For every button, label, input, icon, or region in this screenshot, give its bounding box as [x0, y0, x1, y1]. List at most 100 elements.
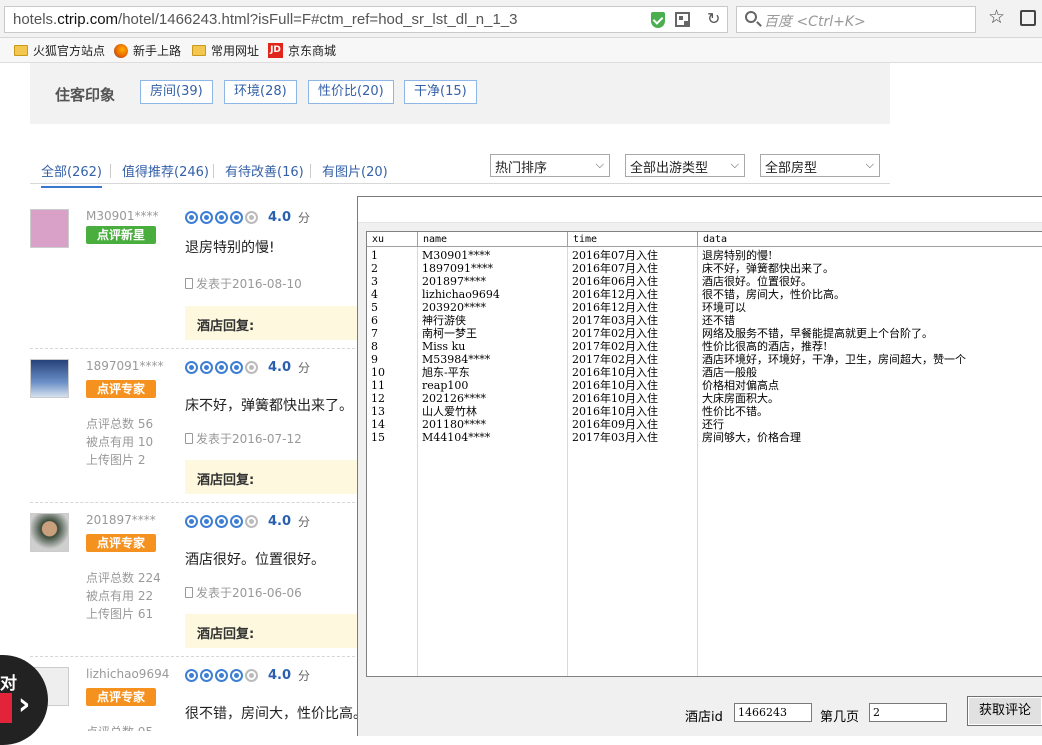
listview-cell-time: 2017年02月入住 [572, 340, 658, 353]
listview-row[interactable]: 6 神行游侠 2017年03月入住 还不错 [367, 314, 1042, 327]
listview-row[interactable]: 4 lizhichao9694 2016年12月入住 很不错，房间大，性价比高。 [367, 288, 1042, 301]
bookmark-jd[interactable]: JD 京东商城 [268, 42, 336, 59]
tag-clean[interactable]: 干净(15) [404, 80, 477, 104]
folder-icon [192, 45, 206, 56]
reader-view-icon[interactable] [1020, 10, 1036, 26]
listview-row[interactable]: 10 旭东-平东 2016年10月入住 酒店一般般 [367, 366, 1042, 379]
listview-cell-xu: 4 [371, 288, 378, 301]
review-comment: 酒店很好。位置很好。 [185, 552, 325, 568]
bookmark-common-sites[interactable]: 常用网址 [192, 42, 259, 59]
listview-cell-xu: 7 [371, 327, 378, 340]
score: 4.0 [268, 668, 292, 683]
listview-row[interactable]: 1 M30901**** 2016年07月入住 退房特别的慢! [367, 249, 1042, 262]
reviewer-stats: 点评总数 224 被点有用 22 上传图片 61 [86, 571, 161, 621]
listview-cell-xu: 12 [371, 392, 385, 405]
tab-all[interactable]: 全部(262) [41, 161, 102, 188]
search-placeholder: 百度 <Ctrl+K> [764, 14, 866, 30]
avatar[interactable] [30, 209, 69, 248]
firefox-icon [114, 43, 128, 58]
tag-room[interactable]: 房间(39) [140, 80, 213, 104]
rating-dot-icon [230, 515, 243, 528]
rating-dot-icon [230, 211, 243, 224]
score: 4.0 [268, 514, 292, 529]
hotel-id-field[interactable]: 1466243 [734, 703, 812, 722]
column-header-time[interactable]: time [568, 232, 698, 247]
chevron-down-icon: ⌵ [730, 158, 739, 171]
travel-type-select[interactable]: 全部出游类型 ⌵ [625, 154, 745, 177]
room-type-select[interactable]: 全部房型 ⌵ [760, 154, 880, 177]
column-header-xu[interactable]: xu [367, 232, 418, 247]
tab-to-improve[interactable]: 有待改善(16) [225, 161, 304, 186]
listview-row[interactable]: 15 M44104**** 2017年03月入住 房间够大，价格合理 [367, 431, 1042, 444]
search-input[interactable]: 百度 <Ctrl+K> [736, 6, 976, 33]
review-item: 201897**** 点评专家 点评总数 224 被点有用 22 上传图片 61… [30, 513, 360, 653]
sort-select[interactable]: 热门排序 ⌵ [490, 154, 610, 177]
listview-cell-data: 酒店很好。位置很好。 [702, 275, 812, 288]
results-listview[interactable]: xu name time data 1 M30901**** 2016年07月入住 退… [366, 231, 1042, 677]
listview-cell-time: 2016年10月入住 [572, 379, 658, 392]
listview-cell-xu: 10 [371, 366, 385, 379]
avatar[interactable] [30, 513, 69, 552]
jd-logo-icon: JD [268, 43, 283, 58]
listview-row[interactable]: 3 201897**** 2016年06月入住 酒店很好。位置很好。 [367, 275, 1042, 288]
listview-row[interactable]: 13 山人爱竹林 2016年10月入住 性价比不错。 [367, 405, 1042, 418]
listview-cell-time: 2016年10月入住 [572, 405, 658, 418]
column-header-name[interactable]: name [418, 232, 568, 247]
listview-cell-name: reap100 [422, 379, 469, 392]
bookmark-firefox-site[interactable]: 火狐官方站点 [14, 42, 105, 59]
shield-icon[interactable] [651, 12, 665, 28]
listview-cell-name: 南柯一梦王 [422, 327, 477, 340]
rating-dot-icon [230, 669, 243, 682]
url-field[interactable]: hotels.ctrip.com/hotel/1466243.html?isFu… [4, 6, 728, 33]
listview-cell-name: 201180**** [422, 418, 486, 431]
listview-cell-xu: 11 [371, 379, 385, 392]
review-username[interactable]: M30901**** [86, 209, 159, 223]
fetch-reviews-button[interactable]: 获取评论 [967, 696, 1042, 726]
listview-cell-time: 2016年12月入住 [572, 301, 658, 314]
impressions-title: 住客印象 [55, 86, 116, 104]
tab-recommended[interactable]: 值得推荐(246) [122, 161, 209, 186]
review-username[interactable]: lizhichao9694 [86, 667, 169, 681]
rating: 4.0 分 [185, 209, 310, 226]
listview-row[interactable]: 11 reap100 2016年10月入住 价格相对偏高点 [367, 379, 1042, 392]
listview-row[interactable]: 12 202126**** 2016年10月入住 大床房面积大。 [367, 392, 1042, 405]
listview-cell-data: 性价比不错。 [702, 405, 768, 418]
listview-row[interactable]: 2 1897091**** 2016年07月入住 床不好，弹簧都快出来了。 [367, 262, 1042, 275]
qr-code-icon[interactable] [675, 12, 690, 27]
listview-cell-xu: 6 [371, 314, 378, 327]
search-icon [745, 11, 757, 23]
reload-icon[interactable]: ↻ [707, 11, 723, 27]
listview-cell-name: 神行游侠 [422, 314, 466, 327]
listview-row[interactable]: 14 201180**** 2016年09月入住 还行 [367, 418, 1042, 431]
column-header-data[interactable]: data [698, 232, 1042, 247]
listview-row[interactable]: 5 203920**** 2016年12月入住 环境可以 [367, 301, 1042, 314]
review-item: 1897091**** 点评专家 点评总数 56 被点有用 10 上传图片 2 … [30, 359, 360, 499]
review-item: M30901**** 点评新星 4.0 分 退房特别的慢! 发表于2016-08-… [30, 209, 360, 349]
review-item: lizhichao9694 点评专家 点评总数 95 4.0分 很不错，房间大，… [30, 667, 360, 731]
listview-cell-time: 2017年03月入住 [572, 431, 658, 444]
tab-with-photos[interactable]: 有图片(20) [322, 161, 388, 186]
page-number-field[interactable]: 2 [869, 703, 947, 722]
chevron-down-icon: ⌵ [595, 158, 604, 171]
rating-dot-icon [215, 211, 228, 224]
rating-dot-empty-icon [245, 361, 258, 374]
bookmark-getting-started[interactable]: 新手上路 [114, 42, 181, 59]
review-username[interactable]: 1897091**** [86, 359, 163, 373]
listview-cell-time: 2016年12月入住 [572, 288, 658, 301]
listview-cell-xu: 13 [371, 405, 385, 418]
rating-dot-empty-icon [245, 669, 258, 682]
hotel-id-label: 酒店id [685, 710, 723, 725]
review-username[interactable]: 201897**** [86, 513, 156, 527]
bookmark-star-icon[interactable]: ☆ [988, 6, 1005, 28]
listview-cell-name: 201897**** [422, 275, 486, 288]
reviewer-badge: 点评专家 [86, 380, 156, 398]
red-bar [0, 693, 12, 723]
tab-separator [310, 164, 311, 178]
listview-header: xu name time data [367, 232, 1042, 247]
tag-value[interactable]: 性价比(20) [308, 80, 394, 104]
avatar[interactable] [30, 359, 69, 398]
listview-row[interactable]: 9 M53984**** 2017年02月入住 酒店环境好，环境好，干净，卫生，房间超… [367, 353, 1042, 366]
listview-row[interactable]: 7 南柯一梦王 2017年02月入住 网络及服务不错，早餐能提高就更上个台阶了。 [367, 327, 1042, 340]
listview-row[interactable]: 8 Miss ku 2017年02月入住 性价比很高的酒店，推荐! [367, 340, 1042, 353]
tag-environment[interactable]: 环境(28) [224, 80, 297, 104]
